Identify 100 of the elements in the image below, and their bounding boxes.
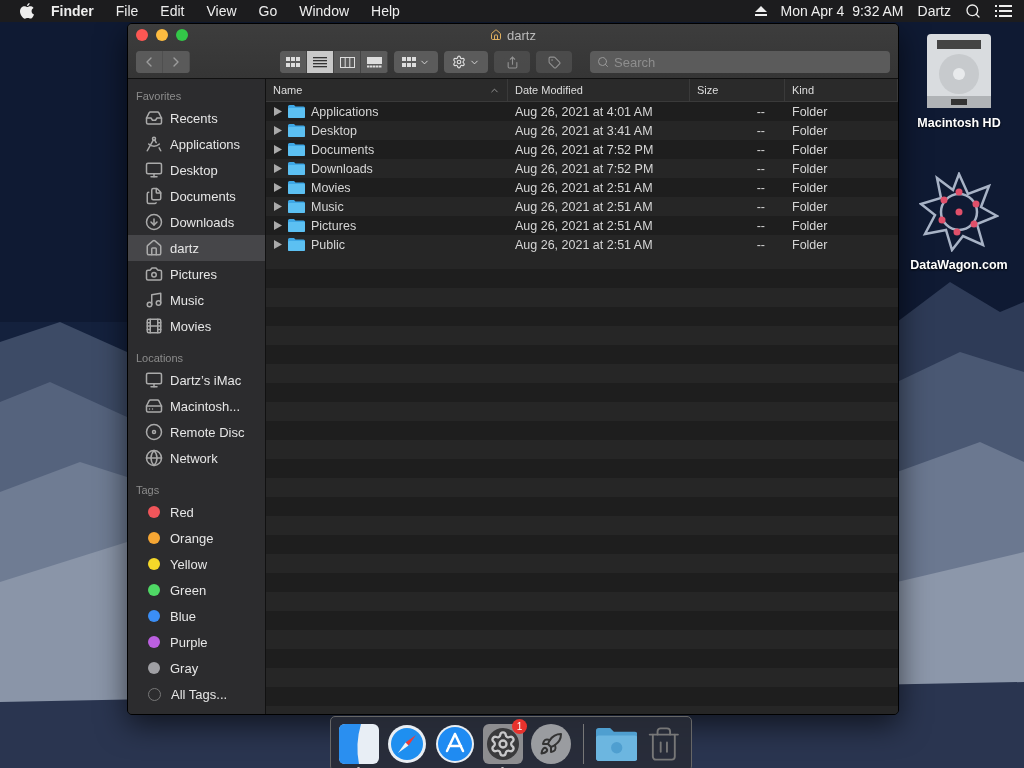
menu-item[interactable]: File: [104, 3, 150, 19]
file-row[interactable]: Public Aug 26, 2021 at 2:51 AM -- Folder: [266, 235, 898, 254]
disclosure-triangle-icon[interactable]: [274, 183, 282, 192]
user-name[interactable]: Dartz: [917, 3, 951, 19]
disclosure-triangle-icon[interactable]: [274, 107, 282, 116]
desktop-icon-label[interactable]: Macintosh HD: [917, 116, 1001, 130]
finder-icon[interactable]: [339, 723, 379, 764]
tag-icon: [547, 55, 561, 69]
sidebar-item[interactable]: Downloads: [128, 209, 265, 235]
grid-icon: [286, 56, 300, 68]
sidebar-item[interactable]: Recents: [128, 105, 265, 131]
file-name: Public: [311, 237, 346, 252]
rocket-icon[interactable]: [531, 723, 571, 764]
file-row[interactable]: Movies Aug 26, 2021 at 2:51 AM -- Folder: [266, 178, 898, 197]
sidebar-item[interactable]: Green: [128, 577, 265, 603]
gear-icon: [452, 55, 466, 69]
sidebar-item[interactable]: Macintosh...: [128, 393, 265, 419]
size-cell-text: --: [755, 161, 766, 176]
sidebar-label: Remote Disc: [170, 424, 245, 440]
disclosure-triangle-icon[interactable]: [274, 240, 282, 249]
sidebar-item[interactable]: Documents: [128, 183, 265, 209]
disc-icon: [145, 423, 163, 441]
close-button[interactable]: [136, 29, 148, 41]
hard-drive-icon[interactable]: [925, 32, 993, 110]
eject-icon[interactable]: [754, 6, 767, 16]
sidebar-item[interactable]: Yellow: [128, 551, 265, 577]
sidebar-label: dartz: [170, 240, 199, 256]
sidebar-item[interactable]: Pictures: [128, 261, 265, 287]
app-store-icon[interactable]: [435, 723, 475, 764]
disclosure-triangle-icon[interactable]: [274, 126, 282, 135]
view-mode-button[interactable]: [280, 51, 307, 73]
folder-icon: [288, 181, 305, 194]
file-row[interactable]: Applications Aug 26, 2021 at 4:01 AM -- Folder: [266, 102, 898, 121]
file-row[interactable]: Desktop Aug 26, 2021 at 3:41 AM -- Folder: [266, 121, 898, 140]
star-polygon-icon[interactable]: [919, 172, 999, 252]
sidebar-label: Applications: [170, 136, 241, 152]
kind-cell-text: Folder: [791, 199, 829, 214]
menu-item[interactable]: Help: [360, 3, 411, 19]
sidebar-item[interactable]: Gray: [128, 655, 265, 681]
file-row[interactable]: Downloads Aug 26, 2021 at 7:52 PM -- Folder: [266, 159, 898, 178]
size-cell-text: --: [755, 104, 766, 119]
folder-icon: [288, 124, 305, 137]
settings-icon[interactable]: [483, 723, 523, 764]
date-cell-text: Aug 26, 2021 at 4:01 AM: [514, 104, 654, 119]
sidebar-item[interactable]: dartz: [128, 235, 265, 261]
size-cell-text: --: [755, 218, 766, 233]
apple-icon[interactable]: [20, 3, 34, 19]
sidebar-label: Dartz’s iMac: [170, 372, 242, 388]
sidebar-item[interactable]: Purple: [128, 629, 265, 655]
sidebar-item[interactable]: Dartz’s iMac: [128, 367, 265, 393]
disclosure-triangle-icon[interactable]: [274, 221, 282, 230]
kind-cell-text: Folder: [791, 104, 829, 119]
file-row[interactable]: Music Aug 26, 2021 at 2:51 AM -- Folder: [266, 197, 898, 216]
sidebar-label: Pictures: [170, 266, 217, 282]
house-icon: [145, 239, 163, 257]
file-row[interactable]: Documents Aug 26, 2021 at 7:52 PM -- Folder: [266, 140, 898, 159]
column-header[interactable]: Kind: [785, 79, 898, 101]
sidebar-item[interactable]: Network: [128, 445, 265, 471]
sidebar-item[interactable]: Movies: [128, 313, 265, 339]
menu-item[interactable]: Window: [288, 3, 361, 19]
desktop-icon-label[interactable]: DataWagon.com: [910, 258, 1008, 272]
sidebar-label: Movies: [170, 318, 212, 334]
sidebar-item[interactable]: Orange: [128, 525, 265, 551]
sidebar-item[interactable]: Blue: [128, 603, 265, 629]
sidebar-item[interactable]: Music: [128, 287, 265, 313]
column-header[interactable]: Date Modified: [508, 79, 690, 101]
sidebar-heading: Favorites: [135, 89, 183, 104]
group-button[interactable]: [394, 51, 438, 73]
sidebar-label: Documents: [170, 188, 236, 204]
column-header[interactable]: Size: [690, 79, 785, 101]
disclosure-triangle-icon[interactable]: [274, 145, 282, 154]
menu-icon[interactable]: [995, 4, 1012, 18]
kind-cell-text: Folder: [791, 123, 829, 138]
size-cell-text: --: [755, 142, 766, 157]
search-icon[interactable]: [965, 3, 981, 19]
disclosure-triangle-icon[interactable]: [274, 164, 282, 173]
minimize-button[interactable]: [156, 29, 168, 41]
date-cell-text: Aug 26, 2021 at 2:51 AM: [514, 237, 654, 252]
action-button[interactable]: [444, 51, 488, 73]
sidebar-label: Orange: [170, 530, 214, 546]
house-icon: [490, 29, 503, 41]
sidebar-item[interactable]: Applications: [128, 131, 265, 157]
size-cell-text: --: [755, 237, 766, 252]
compass-icon[interactable]: [387, 723, 427, 764]
sidebar-item[interactable]: Red: [128, 499, 265, 525]
menu-item[interactable]: Finder: [40, 3, 105, 19]
music-note-icon: [145, 291, 163, 309]
menu-item[interactable]: Edit: [149, 3, 196, 19]
zoom-button[interactable]: [176, 29, 188, 41]
menu-item[interactable]: View: [195, 3, 248, 19]
sidebar-item[interactable]: Desktop: [128, 157, 265, 183]
folder-icon[interactable]: [595, 725, 638, 762]
disclosure-triangle-icon[interactable]: [274, 202, 282, 211]
sidebar-item[interactable]: Remote Disc: [128, 419, 265, 445]
menu-item[interactable]: Go: [247, 3, 289, 19]
view-mode-button[interactable]: [307, 51, 334, 73]
sidebar-item[interactable]: All Tags...: [128, 681, 265, 707]
menu-clock[interactable]: Mon Apr 4 9:32 AM: [780, 3, 904, 19]
column-header[interactable]: Name: [266, 79, 508, 101]
file-row[interactable]: Pictures Aug 26, 2021 at 2:51 AM -- Folder: [266, 216, 898, 235]
